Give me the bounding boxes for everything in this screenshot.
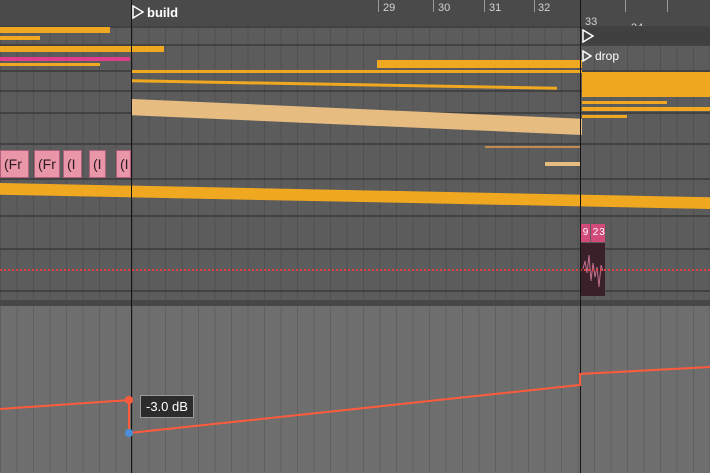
midi-clip[interactable] — [582, 115, 627, 118]
track-separator — [0, 178, 710, 180]
ruler-tick — [625, 0, 626, 12]
midi-clip[interactable] — [0, 36, 40, 40]
audio-clip[interactable]: (Fr — [34, 150, 60, 178]
midi-clip[interactable] — [582, 107, 710, 111]
locator-drop[interactable]: drop — [582, 46, 619, 66]
midi-clip[interactable] — [582, 72, 710, 97]
audio-clip[interactable]: (Fr — [0, 150, 29, 178]
automation-envelope[interactable] — [0, 306, 710, 473]
midi-clip[interactable] — [377, 60, 582, 68]
ruler-tick — [667, 0, 668, 12]
locator-build[interactable]: build — [132, 2, 178, 22]
midi-clip[interactable] — [0, 63, 100, 66]
track-separator — [0, 143, 710, 145]
automation-curve — [0, 366, 710, 435]
audio-clip[interactable]: (I — [116, 150, 131, 178]
midi-clip[interactable] — [545, 162, 580, 166]
locator-label: build — [147, 4, 179, 20]
midi-clip[interactable] — [0, 27, 110, 33]
value-tooltip: -3.0 dB — [140, 395, 194, 418]
triangle-right-icon — [132, 5, 144, 19]
audio-clip[interactable]: (I — [63, 150, 82, 178]
clip-label: (Fr — [4, 156, 22, 172]
midi-clip[interactable] — [0, 57, 130, 61]
bar-number: 29 — [383, 2, 396, 14]
bar-number: 30 — [438, 2, 451, 14]
midi-clip[interactable] — [582, 101, 667, 104]
bar-number: 32 — [538, 2, 551, 14]
clip-label: (Fr — [38, 156, 56, 172]
automation-breakpoint-selected[interactable] — [125, 429, 133, 437]
midi-clip[interactable] — [132, 70, 582, 73]
bar-number: 31 — [489, 2, 502, 14]
locator-label: drop — [595, 49, 620, 63]
midi-clip[interactable] — [485, 146, 580, 148]
triangle-right-icon — [582, 29, 594, 43]
ruler-tick — [378, 0, 379, 12]
automation-dotted-line — [0, 269, 710, 271]
clip-label: (I — [93, 156, 102, 172]
triangle-right-icon — [582, 50, 592, 62]
clip-label: (I — [120, 156, 129, 172]
track-separator — [0, 215, 710, 217]
automation-breakpoint[interactable] — [125, 396, 133, 404]
midi-clip-tag[interactable]: 9 — [581, 224, 590, 242]
clip-label: (I — [67, 156, 76, 172]
bar-ruler[interactable]: 29 30 31 32 33 34 35 — [0, 0, 710, 38]
audio-clip[interactable]: (I — [89, 150, 106, 178]
midi-clip-tag[interactable]: 3 — [599, 224, 605, 242]
ruler-tick — [484, 0, 485, 12]
locator-bar — [581, 28, 710, 44]
ruler-tick — [534, 0, 535, 12]
arrangement-view: 29 30 31 32 33 34 35 (Fr (Fr (I (I (I — [0, 0, 710, 473]
ruler-tick — [433, 0, 434, 12]
midi-clip[interactable] — [0, 46, 164, 52]
